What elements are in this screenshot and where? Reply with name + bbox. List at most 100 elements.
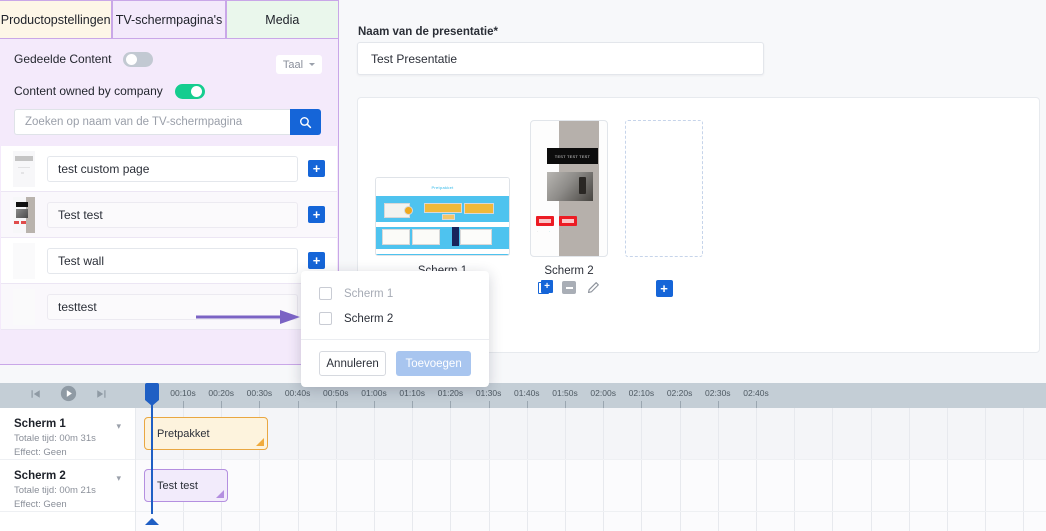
ruler-tick-mark: [717, 401, 719, 408]
ruler-tick-mark: [183, 401, 184, 408]
clip-resize-handle[interactable]: [216, 490, 224, 498]
thumbnail-cell: [1, 192, 47, 238]
ruler-tick-label: 01:50s: [552, 388, 578, 398]
chevron-down-icon[interactable]: ▾: [116, 421, 121, 432]
add-page-button[interactable]: +: [308, 252, 325, 269]
list-item[interactable]: test custom page +: [1, 146, 337, 192]
confirm-add-button[interactable]: Toevoegen: [396, 351, 471, 376]
grid-line: [679, 512, 681, 531]
clip-pretpakket[interactable]: Pretpakket: [144, 417, 268, 450]
ruler-tick-label: 02:00s: [590, 388, 616, 398]
add-page-button[interactable]: +: [308, 160, 325, 177]
cancel-button[interactable]: Annuleren: [319, 351, 387, 376]
checkbox-icon[interactable]: [319, 312, 332, 325]
grid-line: [1023, 512, 1025, 531]
grid-line: [1023, 460, 1025, 511]
track-row-scherm-2[interactable]: Test test: [136, 460, 1046, 512]
page-name-field[interactable]: Test test: [47, 201, 298, 228]
screen-1-shelf-graphic: [376, 196, 509, 255]
clip-test-test[interactable]: Test test: [144, 469, 228, 502]
tab-label: TV-schermpagina's: [115, 12, 223, 27]
tab-media[interactable]: Media: [225, 0, 339, 38]
grid-line: [526, 408, 528, 459]
ruler-tick-mark: [526, 401, 528, 408]
tv-page-list: test custom page + Test test + Test wall: [1, 146, 337, 330]
tab-tv-schermpaginas[interactable]: TV-schermpagina's: [112, 0, 226, 38]
clip-label: Test test: [157, 479, 198, 492]
duplicate-icon[interactable]: +: [538, 280, 553, 295]
grid-line: [641, 408, 643, 459]
grid-line: [374, 512, 375, 531]
track-label-scherm-1[interactable]: Scherm 1 Totale tijd: 00m 31s Effect: Ge…: [0, 408, 135, 460]
play-icon[interactable]: [60, 385, 77, 407]
grid-line: [221, 512, 223, 531]
thumbnail-cell: [1, 238, 47, 284]
presentation-name-input[interactable]: Test Presentatie: [357, 42, 764, 75]
add-page-button[interactable]: +: [308, 206, 325, 223]
tab-bar: Productopstellingen TV-schermpagina's Me…: [0, 0, 339, 38]
track-row-empty[interactable]: [136, 512, 1046, 531]
playhead-line: [151, 400, 153, 514]
grid-line: [297, 460, 299, 511]
track-label-scherm-2[interactable]: Scherm 2 Totale tijd: 00m 21s Effect: Ge…: [0, 460, 135, 512]
search-input[interactable]: Zoeken op naam van de TV-schermpagina: [14, 109, 290, 135]
ruler-tick-mark: [756, 401, 757, 408]
tab-productopstellingen[interactable]: Productopstellingen: [0, 0, 113, 38]
playhead-foot: [145, 518, 159, 525]
grid-line: [756, 512, 757, 531]
skip-to-end-icon[interactable]: [95, 387, 107, 405]
grid-line: [832, 408, 834, 459]
clip-label: Pretpakket: [157, 427, 210, 440]
track-row-scherm-1[interactable]: Pretpakket: [136, 408, 1046, 460]
grid-line: [717, 408, 719, 459]
screen-option-scherm-1[interactable]: Scherm 1: [301, 281, 489, 306]
list-item[interactable]: Test wall +: [1, 238, 337, 284]
grid-line: [985, 460, 987, 511]
playhead-handle[interactable]: [145, 383, 159, 406]
minus-icon[interactable]: [562, 281, 576, 294]
track-effect: Effect: Geen: [14, 447, 67, 458]
grid-line: [947, 460, 948, 511]
skip-to-start-icon[interactable]: [30, 387, 42, 405]
checkbox-icon[interactable]: [319, 287, 332, 300]
content-owned-toggle[interactable]: [174, 83, 205, 99]
chevron-down-icon: [309, 63, 316, 66]
language-select[interactable]: Taal: [276, 55, 322, 74]
screen-1-preview[interactable]: Pretpakket: [375, 177, 510, 256]
divider: [301, 339, 489, 340]
annotation-arrow: [196, 310, 300, 324]
grid-line: [908, 512, 910, 531]
pencil-icon[interactable]: [585, 280, 600, 295]
add-screen-wrap: +: [625, 280, 703, 297]
grid-line: [412, 460, 414, 511]
page-name-field[interactable]: Test wall: [47, 247, 298, 274]
chevron-down-icon[interactable]: ▾: [116, 473, 121, 484]
grid-line: [565, 408, 566, 459]
shared-content-toggle[interactable]: [123, 51, 154, 67]
empty-screen-slot[interactable]: [625, 120, 703, 257]
ruler-tick-label: 01:10s: [399, 388, 425, 398]
grid-line: [183, 512, 184, 531]
screen-2-preview[interactable]: TEST TEST TEST - - -: [530, 120, 608, 257]
list-item[interactable]: Test test +: [1, 192, 337, 238]
screen-option-scherm-2[interactable]: Scherm 2: [301, 306, 489, 331]
grid-line: [374, 460, 375, 511]
grid-line: [297, 512, 299, 531]
add-screen-button[interactable]: +: [655, 280, 673, 297]
grid-line: [450, 408, 452, 459]
ruler-tick-mark: [221, 401, 223, 408]
timeline-ruler[interactable]: 00:10s 00:20s 00:30s 00:40s 00:50s 01:00s 01:1…: [136, 383, 1046, 408]
page-name-field[interactable]: test custom page: [47, 155, 298, 182]
tab-label: Productopstellingen: [0, 12, 111, 27]
grid-line: [335, 512, 337, 531]
screen-2-banner-text: TEST TEST TEST: [547, 148, 598, 164]
ruler-tick-label: 02:20s: [666, 388, 693, 398]
ruler-tick-mark: [641, 401, 643, 408]
ruler-tick-label: 00:50s: [323, 388, 349, 398]
grid-line: [526, 512, 528, 531]
presentation-name-label: Naam van de presentatie*: [358, 26, 498, 38]
grid-line: [565, 460, 566, 511]
grid-line: [259, 460, 261, 511]
clip-resize-handle[interactable]: [256, 438, 264, 446]
search-button[interactable]: [290, 109, 321, 135]
